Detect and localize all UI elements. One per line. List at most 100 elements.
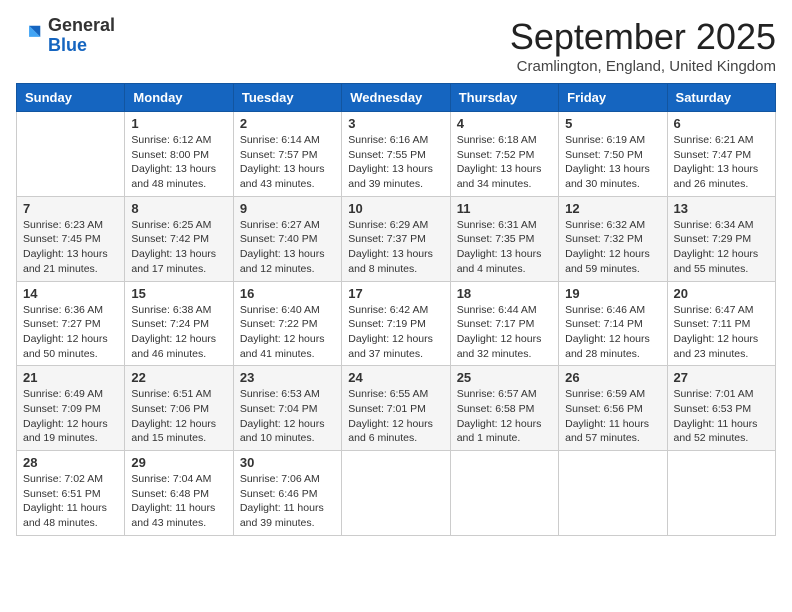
month-title: September 2025 [510, 16, 776, 58]
calendar-cell: 11Sunrise: 6:31 AM Sunset: 7:35 PM Dayli… [450, 196, 558, 281]
day-info: Sunrise: 6:31 AM Sunset: 7:35 PM Dayligh… [457, 218, 552, 277]
logo: General Blue [16, 16, 115, 56]
calendar-week-1: 1 Sunrise: 6:12 AM Sunset: 8:00 PM Daylig… [17, 112, 776, 197]
calendar-cell: 7 Sunrise: 6:23 AM Sunset: 7:45 PM Daylig… [17, 196, 125, 281]
day-info: Sunrise: 6:49 AM Sunset: 7:09 PM Dayligh… [23, 387, 118, 446]
logo-text: General Blue [48, 16, 115, 56]
day-info: Sunrise: 6:27 AM Sunset: 7:40 PM Dayligh… [240, 218, 335, 277]
day-info: Sunrise: 6:12 AM Sunset: 8:00 PM Dayligh… [131, 133, 226, 192]
day-number: 28 [23, 455, 118, 470]
calendar-header-row: SundayMondayTuesdayWednesdayThursdayFrid… [17, 84, 776, 112]
calendar-cell [667, 451, 775, 536]
calendar-cell: 3 Sunrise: 6:16 AM Sunset: 7:55 PM Daylig… [342, 112, 450, 197]
header-tuesday: Tuesday [233, 84, 341, 112]
logo-blue: Blue [48, 35, 87, 55]
day-number: 20 [674, 286, 769, 301]
day-info: Sunrise: 6:40 AM Sunset: 7:22 PM Dayligh… [240, 303, 335, 362]
calendar-cell: 13Sunrise: 6:34 AM Sunset: 7:29 PM Dayli… [667, 196, 775, 281]
day-info: Sunrise: 6:38 AM Sunset: 7:24 PM Dayligh… [131, 303, 226, 362]
day-number: 22 [131, 370, 226, 385]
header-sunday: Sunday [17, 84, 125, 112]
calendar-cell: 12Sunrise: 6:32 AM Sunset: 7:32 PM Dayli… [559, 196, 667, 281]
calendar-cell: 17Sunrise: 6:42 AM Sunset: 7:19 PM Dayli… [342, 281, 450, 366]
day-number: 25 [457, 370, 552, 385]
day-number: 18 [457, 286, 552, 301]
day-number: 19 [565, 286, 660, 301]
day-number: 6 [674, 116, 769, 131]
day-number: 9 [240, 201, 335, 216]
day-info: Sunrise: 6:42 AM Sunset: 7:19 PM Dayligh… [348, 303, 443, 362]
day-number: 5 [565, 116, 660, 131]
day-info: Sunrise: 6:16 AM Sunset: 7:55 PM Dayligh… [348, 133, 443, 192]
logo-general: General [48, 15, 115, 35]
calendar-cell: 6 Sunrise: 6:21 AM Sunset: 7:47 PM Daylig… [667, 112, 775, 197]
day-info: Sunrise: 6:23 AM Sunset: 7:45 PM Dayligh… [23, 218, 118, 277]
day-info: Sunrise: 6:57 AM Sunset: 6:58 PM Dayligh… [457, 387, 552, 446]
day-number: 26 [565, 370, 660, 385]
calendar-cell: 29Sunrise: 7:04 AM Sunset: 6:48 PM Dayli… [125, 451, 233, 536]
day-number: 16 [240, 286, 335, 301]
calendar-cell: 26 Sunrise: 6:59 AM Sunset: 6:56 PM Dayli… [559, 366, 667, 451]
day-info: Sunrise: 6:53 AM Sunset: 7:04 PM Dayligh… [240, 387, 335, 446]
day-info: Sunrise: 6:47 AM Sunset: 7:11 PM Dayligh… [674, 303, 769, 362]
day-number: 27 [674, 370, 769, 385]
calendar-cell: 27 Sunrise: 7:01 AM Sunset: 6:53 PM Dayli… [667, 366, 775, 451]
day-number: 10 [348, 201, 443, 216]
day-number: 7 [23, 201, 118, 216]
calendar-cell [559, 451, 667, 536]
day-info: Sunrise: 6:36 AM Sunset: 7:27 PM Dayligh… [23, 303, 118, 362]
calendar-week-3: 14 Sunrise: 6:36 AM Sunset: 7:27 PM Dayli… [17, 281, 776, 366]
day-number: 24 [348, 370, 443, 385]
calendar-cell: 25 Sunrise: 6:57 AM Sunset: 6:58 PM Dayli… [450, 366, 558, 451]
calendar-week-4: 21 Sunrise: 6:49 AM Sunset: 7:09 PM Dayli… [17, 366, 776, 451]
calendar-cell: 28Sunrise: 7:02 AM Sunset: 6:51 PM Dayli… [17, 451, 125, 536]
day-number: 14 [23, 286, 118, 301]
day-info: Sunrise: 6:51 AM Sunset: 7:06 PM Dayligh… [131, 387, 226, 446]
day-info: Sunrise: 6:32 AM Sunset: 7:32 PM Dayligh… [565, 218, 660, 277]
day-info: Sunrise: 6:21 AM Sunset: 7:47 PM Dayligh… [674, 133, 769, 192]
day-info: Sunrise: 6:14 AM Sunset: 7:57 PM Dayligh… [240, 133, 335, 192]
calendar-cell: 24 Sunrise: 6:55 AM Sunset: 7:01 PM Dayli… [342, 366, 450, 451]
day-number: 21 [23, 370, 118, 385]
day-number: 1 [131, 116, 226, 131]
location-subtitle: Cramlington, England, United Kingdom [510, 58, 776, 75]
day-info: Sunrise: 6:25 AM Sunset: 7:42 PM Dayligh… [131, 218, 226, 277]
header-friday: Friday [559, 84, 667, 112]
day-info: Sunrise: 6:55 AM Sunset: 7:01 PM Dayligh… [348, 387, 443, 446]
day-info: Sunrise: 6:46 AM Sunset: 7:14 PM Dayligh… [565, 303, 660, 362]
day-info: Sunrise: 6:29 AM Sunset: 7:37 PM Dayligh… [348, 218, 443, 277]
calendar-cell: 30 Sunrise: 7:06 AM Sunset: 6:46 PM Dayli… [233, 451, 341, 536]
day-info: Sunrise: 6:19 AM Sunset: 7:50 PM Dayligh… [565, 133, 660, 192]
title-block: September 2025 Cramlington, England, Uni… [510, 16, 776, 75]
calendar-week-2: 7 Sunrise: 6:23 AM Sunset: 7:45 PM Daylig… [17, 196, 776, 281]
calendar-cell: 23 Sunrise: 6:53 AM Sunset: 7:04 PM Dayli… [233, 366, 341, 451]
calendar-cell: 5 Sunrise: 6:19 AM Sunset: 7:50 PM Daylig… [559, 112, 667, 197]
calendar-cell: 16 Sunrise: 6:40 AM Sunset: 7:22 PM Dayli… [233, 281, 341, 366]
day-number: 4 [457, 116, 552, 131]
calendar-table: SundayMondayTuesdayWednesdayThursdayFrid… [16, 83, 776, 536]
day-number: 3 [348, 116, 443, 131]
header-monday: Monday [125, 84, 233, 112]
day-info: Sunrise: 6:34 AM Sunset: 7:29 PM Dayligh… [674, 218, 769, 277]
day-info: Sunrise: 7:06 AM Sunset: 6:46 PM Dayligh… [240, 472, 335, 531]
calendar-cell: 10 Sunrise: 6:29 AM Sunset: 7:37 PM Dayli… [342, 196, 450, 281]
header-saturday: Saturday [667, 84, 775, 112]
calendar-cell [17, 112, 125, 197]
day-number: 29 [131, 455, 226, 470]
day-number: 8 [131, 201, 226, 216]
calendar-cell [342, 451, 450, 536]
calendar-week-5: 28Sunrise: 7:02 AM Sunset: 6:51 PM Dayli… [17, 451, 776, 536]
day-number: 23 [240, 370, 335, 385]
logo-icon [16, 22, 44, 50]
page-header: General Blue September 2025 Cramlington,… [16, 16, 776, 75]
header-wednesday: Wednesday [342, 84, 450, 112]
day-number: 30 [240, 455, 335, 470]
calendar-cell: 15Sunrise: 6:38 AM Sunset: 7:24 PM Dayli… [125, 281, 233, 366]
calendar-cell: 9 Sunrise: 6:27 AM Sunset: 7:40 PM Daylig… [233, 196, 341, 281]
calendar-cell: 8 Sunrise: 6:25 AM Sunset: 7:42 PM Daylig… [125, 196, 233, 281]
calendar-cell: 22 Sunrise: 6:51 AM Sunset: 7:06 PM Dayli… [125, 366, 233, 451]
day-info: Sunrise: 7:01 AM Sunset: 6:53 PM Dayligh… [674, 387, 769, 446]
calendar-cell: 1 Sunrise: 6:12 AM Sunset: 8:00 PM Daylig… [125, 112, 233, 197]
calendar-cell: 21 Sunrise: 6:49 AM Sunset: 7:09 PM Dayli… [17, 366, 125, 451]
day-info: Sunrise: 6:59 AM Sunset: 6:56 PM Dayligh… [565, 387, 660, 446]
